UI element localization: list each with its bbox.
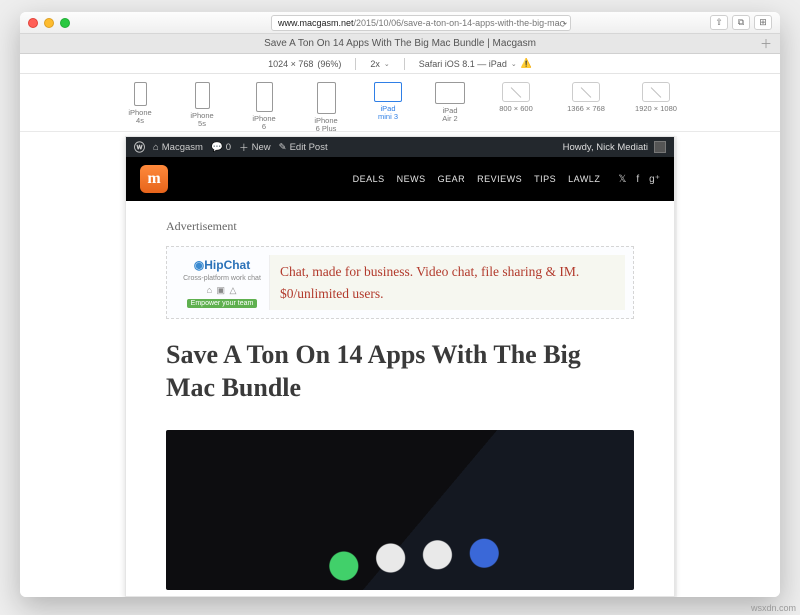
- simulated-viewport: ⓦ ⌂ Macgasm 💬 0 ＋ New ✎ Edit Post Howdy,…: [20, 132, 780, 597]
- reload-icon[interactable]: ⟳: [559, 17, 567, 31]
- tablet-icon: [374, 82, 402, 102]
- twitter-icon[interactable]: 𝕏: [618, 174, 626, 185]
- device-iphone-4s[interactable]: iPhone4s: [118, 82, 162, 125]
- article-content: Advertisement ◉HipChat Cross-platform wo…: [126, 201, 674, 590]
- nav-tips[interactable]: TIPS: [534, 174, 556, 184]
- viewport-dimensions[interactable]: 1024 × 768: [268, 59, 313, 69]
- facebook-icon[interactable]: f: [636, 174, 639, 185]
- ad-brand-block: ◉HipChat Cross-platform work chat ⌂ ▣ △ …: [175, 255, 270, 310]
- tablet-icon: [435, 82, 465, 104]
- ad-unit[interactable]: ◉HipChat Cross-platform work chat ⌂ ▣ △ …: [166, 246, 634, 319]
- ad-platforms-icons: ⌂ ▣ △: [207, 285, 238, 296]
- wp-new[interactable]: ＋ New: [239, 140, 271, 154]
- google-plus-icon[interactable]: g⁺: [649, 174, 660, 185]
- article-hero-image: [166, 430, 634, 590]
- chevron-down-icon: ⌄: [511, 60, 517, 68]
- phone-icon: [256, 82, 273, 112]
- phone-icon: [317, 82, 336, 114]
- page-frame: ⓦ ⌂ Macgasm 💬 0 ＋ New ✎ Edit Post Howdy,…: [125, 136, 675, 597]
- device-custom-800[interactable]: 800 × 600: [490, 82, 542, 113]
- ad-line-2: $0/unlimited users.: [280, 283, 615, 305]
- url-bar[interactable]: www.macgasm.net/2015/10/06/save-a-ton-on…: [271, 15, 571, 31]
- traffic-lights: [28, 18, 70, 28]
- ad-label: Advertisement: [166, 219, 634, 234]
- nav-lawlz[interactable]: LAWLZ: [568, 174, 600, 184]
- url-domain: www.macgasm.net: [278, 16, 354, 30]
- viewport-percent: (96%): [317, 59, 341, 69]
- wp-howdy[interactable]: Howdy, Nick Mediati: [563, 142, 648, 153]
- ad-brand: ◉HipChat: [194, 258, 250, 272]
- tab-title[interactable]: Save A Ton On 14 Apps With The Big Mac B…: [264, 38, 536, 49]
- ad-cta: Empower your team: [187, 299, 258, 308]
- device-presets: iPhone4s iPhone5s iPhone6 iPhone6 Plus i…: [20, 74, 780, 132]
- new-tab-button[interactable]: ＋: [760, 35, 772, 52]
- custom-size-icon: [502, 82, 530, 102]
- ad-line-1: Chat, made for business. Video chat, fil…: [280, 261, 615, 283]
- wp-edit[interactable]: ✎ Edit Post: [279, 142, 328, 153]
- wordpress-icon: ⓦ: [134, 139, 145, 155]
- ad-copy: Chat, made for business. Video chat, fil…: [270, 255, 625, 310]
- responsive-controls: 1024 × 768 (96%) 2x ⌄ Safari iOS 8.1 — i…: [20, 54, 780, 74]
- close-window-button[interactable]: [28, 18, 38, 28]
- tabs-button[interactable]: ⧉: [732, 15, 750, 30]
- avatar[interactable]: [654, 141, 666, 153]
- device-custom-1366[interactable]: 1366 × 768: [560, 82, 612, 113]
- inspector-button[interactable]: ⊞: [754, 15, 772, 30]
- phone-icon: [195, 82, 210, 109]
- device-custom-1920[interactable]: 1920 × 1080: [630, 82, 682, 113]
- article-headline: Save A Ton On 14 Apps With The Big Mac B…: [166, 339, 634, 404]
- titlebar: www.macgasm.net/2015/10/06/save-a-ton-on…: [20, 12, 780, 34]
- device-ipad-mini-3[interactable]: iPadmini 3: [366, 82, 410, 121]
- site-nav: DEALS NEWS GEAR REVIEWS TIPS LAWLZ: [353, 174, 601, 184]
- phone-icon: [134, 82, 147, 106]
- safari-window: www.macgasm.net/2015/10/06/save-a-ton-on…: [20, 12, 780, 597]
- zoom-window-button[interactable]: [60, 18, 70, 28]
- nav-gear[interactable]: GEAR: [438, 174, 466, 184]
- nav-reviews[interactable]: REVIEWS: [477, 174, 522, 184]
- warning-icon: ⚠️: [521, 58, 532, 69]
- chevron-down-icon: ⌄: [384, 60, 390, 68]
- url-path: /2015/10/06/save-a-ton-on-14-apps-with-t…: [354, 16, 560, 30]
- user-agent[interactable]: Safari iOS 8.1 — iPad: [419, 59, 507, 69]
- site-header: m DEALS NEWS GEAR REVIEWS TIPS LAWLZ 𝕏 f…: [126, 157, 674, 201]
- wp-site-link[interactable]: ⌂ Macgasm: [153, 142, 203, 153]
- watermark: wsxdn.com: [751, 603, 796, 613]
- pixel-ratio[interactable]: 2x: [370, 59, 380, 69]
- ad-subtitle: Cross-platform work chat: [183, 275, 261, 282]
- share-button[interactable]: ⇧: [710, 15, 728, 30]
- device-iphone-6-plus[interactable]: iPhone6 Plus: [304, 82, 348, 133]
- tab-strip: Save A Ton On 14 Apps With The Big Mac B…: [20, 34, 780, 54]
- device-iphone-5s[interactable]: iPhone5s: [180, 82, 224, 128]
- site-logo[interactable]: m: [140, 165, 168, 193]
- custom-size-icon: [572, 82, 600, 102]
- device-ipad-air-2[interactable]: iPadAir 2: [428, 82, 472, 123]
- wp-admin-bar: ⓦ ⌂ Macgasm 💬 0 ＋ New ✎ Edit Post Howdy,…: [126, 137, 674, 157]
- wp-comments[interactable]: 💬 0: [211, 142, 231, 153]
- nav-deals[interactable]: DEALS: [353, 174, 385, 184]
- nav-news[interactable]: NEWS: [397, 174, 426, 184]
- device-iphone-6[interactable]: iPhone6: [242, 82, 286, 131]
- wp-logo[interactable]: ⓦ: [134, 139, 145, 155]
- minimize-window-button[interactable]: [44, 18, 54, 28]
- custom-size-icon: [642, 82, 670, 102]
